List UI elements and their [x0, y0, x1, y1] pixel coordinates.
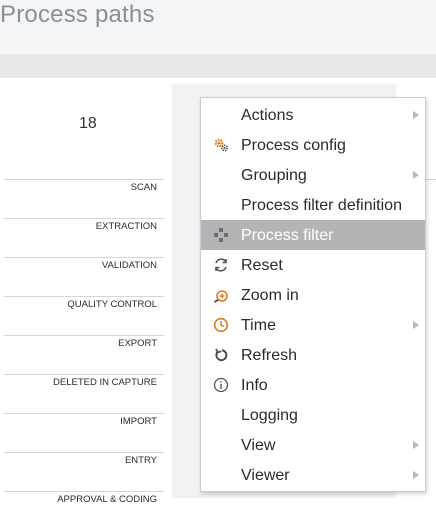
menu-item-reset[interactable]: Reset: [201, 250, 425, 280]
row-label: EXPORT: [118, 338, 157, 349]
submenu-arrow-icon: [413, 111, 419, 119]
submenu-arrow-icon: [413, 321, 419, 329]
menu-item-label: View: [241, 437, 276, 454]
row-label: VALIDATION: [101, 260, 157, 271]
row-validation[interactable]: VALIDATION: [4, 257, 164, 297]
menu-item-actions[interactable]: Actions: [201, 100, 425, 130]
row-label: IMPORT: [120, 416, 157, 427]
info-icon: [213, 377, 229, 393]
row-approval-coding[interactable]: APPROVAL & CODING: [4, 491, 164, 531]
refresh-icon: [215, 348, 228, 362]
menu-item-label: Grouping: [241, 167, 307, 184]
menu-item-refresh[interactable]: Refresh: [201, 340, 425, 370]
row-label: DELETED IN CAPTURE: [53, 377, 157, 388]
menu-item-label: Reset: [241, 257, 283, 274]
menu-item-label: Viewer: [241, 467, 290, 484]
row-deleted-in-capture[interactable]: DELETED IN CAPTURE: [4, 374, 164, 414]
menu-item-label: Actions: [241, 107, 294, 124]
menu-item-process-config[interactable]: Process config: [201, 130, 425, 160]
row-label: QUALITY CONTROL: [67, 299, 157, 310]
zoom-in-icon: [213, 290, 228, 303]
menu-item-view[interactable]: View: [201, 430, 425, 460]
row-label: EXTRACTION: [95, 221, 157, 232]
submenu-arrow-icon: [413, 441, 419, 449]
menu-item-grouping[interactable]: Grouping: [201, 160, 425, 190]
header: Process paths: [0, 0, 436, 54]
row-scan[interactable]: SCAN: [4, 179, 164, 219]
row-quality-control[interactable]: QUALITY CONTROL: [4, 296, 164, 336]
menu-item-label: Zoom in: [241, 287, 299, 304]
toolbar-strip: [0, 54, 436, 78]
menu-item-viewer[interactable]: Viewer: [201, 460, 425, 490]
row-label: SCAN: [130, 182, 157, 193]
menu-item-zoom-in[interactable]: Zoom in: [201, 280, 425, 310]
row-label: ENTRY: [124, 455, 157, 466]
row-import[interactable]: IMPORT: [4, 413, 164, 453]
menu-item-process-filter[interactable]: Process filter: [201, 220, 425, 250]
menu-item-label: Info: [241, 377, 268, 394]
gears-icon: [214, 138, 228, 152]
clock-icon: [213, 317, 229, 333]
menu-item-label: Process config: [241, 137, 346, 154]
submenu-arrow-icon: [413, 471, 419, 479]
menu-item-process-filter-definition[interactable]: Process filter definition: [201, 190, 425, 220]
row-extraction[interactable]: EXTRACTION: [4, 218, 164, 258]
row-label: APPROVAL & CODING: [57, 494, 157, 505]
process-filter-icon: [214, 228, 228, 242]
menu-item-label: Time: [241, 317, 276, 334]
row-entry[interactable]: ENTRY: [4, 452, 164, 492]
menu-item-info[interactable]: Info: [201, 370, 425, 400]
reset-icon: [215, 258, 227, 272]
submenu-arrow-icon: [413, 171, 419, 179]
menu-item-logging[interactable]: Logging: [201, 400, 425, 430]
menu-item-label: Refresh: [241, 347, 298, 364]
page-title: Process paths: [0, 1, 155, 28]
row-export[interactable]: EXPORT: [4, 335, 164, 375]
menu-item-label: Process filter definition: [241, 197, 402, 214]
menu-item-label: Logging: [241, 407, 298, 424]
context-menu: Actions Process config Grouping Process …: [200, 97, 426, 492]
menu-item-time[interactable]: Time: [201, 310, 425, 340]
count-value: 18: [79, 115, 97, 132]
menu-item-label: Process filter: [241, 227, 334, 244]
